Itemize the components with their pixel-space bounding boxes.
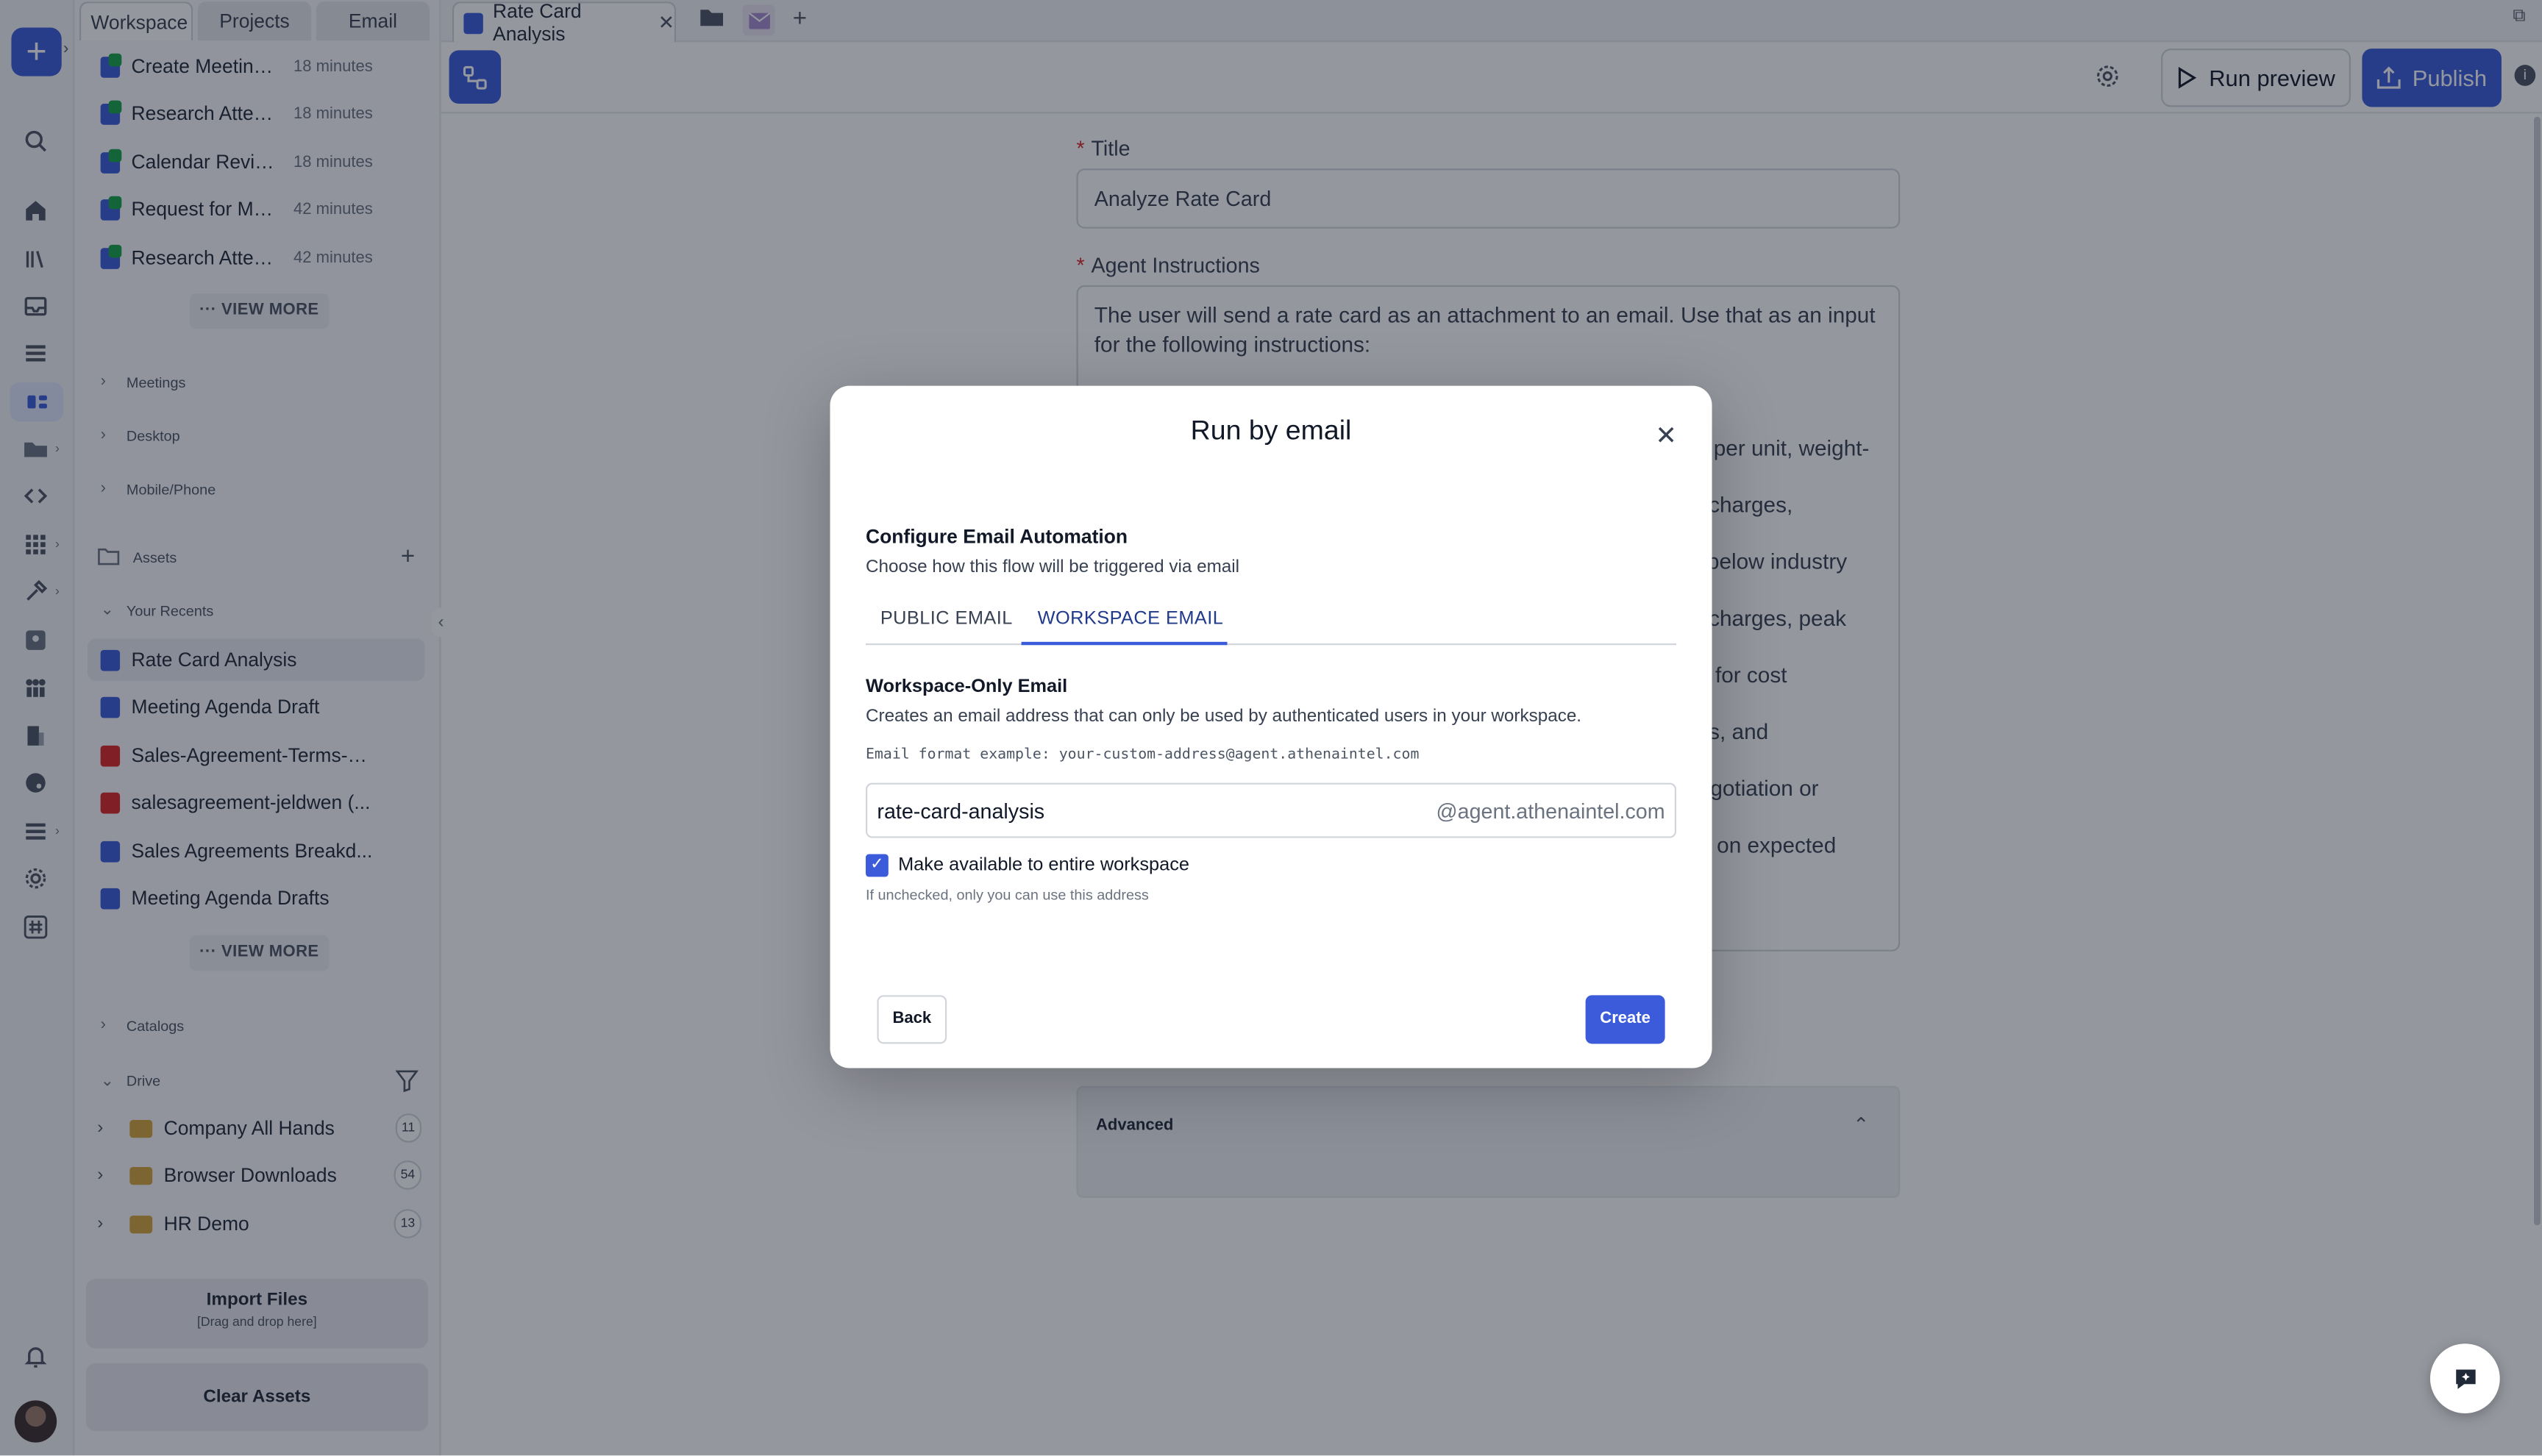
dialog-title: Run by email <box>1190 415 1352 446</box>
workspace-email-title: Workspace-Only Email <box>865 677 1068 697</box>
create-button[interactable]: Create <box>1585 995 1665 1044</box>
tab-workspace-email[interactable]: WORKSPACE EMAIL <box>1038 610 1224 629</box>
back-button[interactable]: Back <box>877 995 947 1044</box>
close-icon[interactable]: ✕ <box>1655 420 1677 452</box>
checkbox-checked-icon[interactable]: ✓ <box>865 854 889 877</box>
section-subheading: Choose how this flow will be triggered v… <box>865 557 1240 577</box>
workspace-availability-toggle[interactable]: ✓ Make available to entire workspace <box>865 854 1189 877</box>
email-domain-suffix: @agent.athenaintel.com <box>1436 798 1665 823</box>
run-by-email-dialog: Run by email ✕ Configure Email Automatio… <box>830 385 1712 1068</box>
assistant-chat-button[interactable] <box>2429 1343 2500 1413</box>
checkbox-hint: If unchecked, only you can use this addr… <box>865 886 1149 903</box>
email-address-value[interactable]: rate-card-analysis <box>877 799 1044 823</box>
workspace-email-description: Creates an email address that can only b… <box>865 706 1582 727</box>
email-address-field[interactable]: rate-card-analysis @agent.athenaintel.co… <box>865 782 1677 838</box>
active-tab-indicator <box>1021 641 1228 646</box>
chat-sparkle-icon <box>2455 1368 2475 1388</box>
format-example: Email format example: your-custom-addres… <box>865 747 1420 764</box>
email-type-tabs: PUBLIC EMAIL WORKSPACE EMAIL <box>865 598 1677 646</box>
section-heading: Configure Email Automation <box>865 525 1128 548</box>
tab-public-email[interactable]: PUBLIC EMAIL <box>880 610 1013 629</box>
app-root: + › › › › › Workspace Projects Email Cre… <box>0 0 2542 1456</box>
